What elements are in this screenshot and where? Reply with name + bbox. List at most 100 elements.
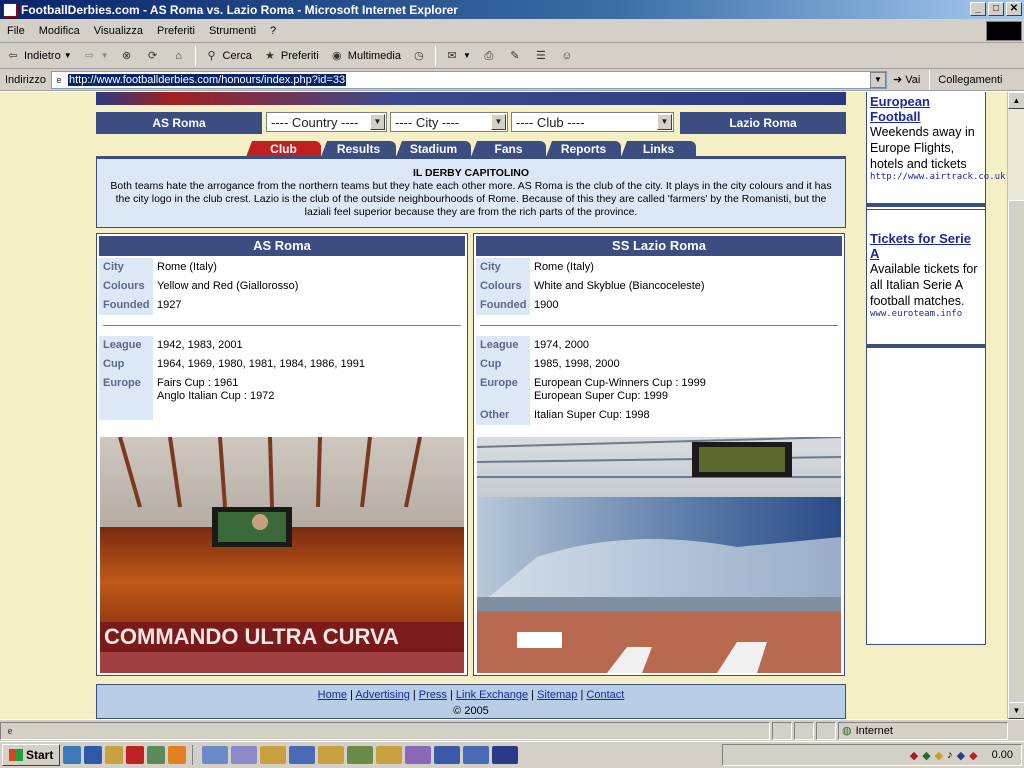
links-button[interactable]: Collegamenti [933,74,1007,86]
address-input[interactable]: e http://www.footballderbies.com/honours… [50,70,887,89]
address-dropdown-icon[interactable]: ▼ [869,71,886,88]
club-panel-lazio: SS Lazio Roma City Rome (Italy) Colours Wh… [473,233,845,676]
ad-url[interactable]: http://www.airtrack.co.uk [870,172,1005,182]
footer-link-sitemap[interactable]: Sitemap [537,689,577,701]
task-button[interactable] [434,746,461,764]
search-label: Cerca [222,49,252,62]
club-panel-roma: AS Roma City Rome (Italy) Colours Yellow a… [96,233,468,676]
scroll-up-icon[interactable]: ▲ [1008,92,1024,109]
footer-link-home[interactable]: Home [318,689,347,701]
mail-button[interactable]: ✉ ▼ [439,48,476,64]
discuss-button[interactable]: ☰ [528,48,554,64]
home-icon: ⌂ [175,49,182,62]
task-button[interactable] [492,746,519,764]
tray-icon[interactable]: ◆ [957,749,965,762]
country-select-value: ---- Country ---- [271,114,359,130]
city-select[interactable]: ---- City ---- ▼ [390,112,508,132]
task-button[interactable] [376,746,403,764]
site-footer: Home | Advertising | Press | Link Exchan… [96,684,846,719]
tab-results[interactable]: Results [321,141,396,157]
back-button[interactable]: ⇦ Indietro ▼ [0,48,77,64]
back-label: Indietro [24,49,61,62]
app-quicklaunch-icon[interactable] [126,746,145,764]
tab-links[interactable]: Links [621,141,696,157]
search-icon: ⚲ [207,49,216,62]
task-button[interactable] [289,746,316,764]
tab-reports[interactable]: Reports [546,141,621,157]
app-quicklaunch-icon[interactable] [147,746,166,764]
tab-fans[interactable]: Fans [471,141,546,157]
vertical-scrollbar[interactable]: ▲ ▼ [1007,92,1024,730]
footer-link-contact[interactable]: Contact [586,689,624,701]
messenger-icon: ☺ [561,49,573,62]
country-select[interactable]: ---- Country ---- ▼ [266,112,387,132]
scroll-down-icon[interactable]: ▼ [1008,702,1024,719]
edit-button[interactable]: ✎ [502,48,528,64]
ie-icon [3,2,17,17]
refresh-button[interactable]: ⟳ [140,48,166,64]
clock: 0.00 [991,749,1013,761]
task-button[interactable] [202,746,229,764]
ad-european-football[interactable]: European Football Weekends away in Europ… [867,92,1005,185]
start-label: Start [26,748,54,762]
status-bar: e ◍ Internet [0,719,1024,741]
quicklaunch-icon[interactable] [63,746,82,764]
print-button[interactable]: ⎙ [476,48,502,64]
ad-title[interactable]: Tickets for Serie A [870,231,982,261]
city-value: Rome (Italy) [157,261,217,273]
messenger-button[interactable]: ☺ [554,48,580,64]
ad-url[interactable]: www.euroteam.info [870,309,982,319]
city-label: City [99,258,153,277]
scroll-thumb[interactable] [1008,200,1024,730]
tray-icon[interactable]: ◆ [922,749,930,762]
footer-link-advertising[interactable]: Advertising [355,689,409,701]
task-button[interactable] [318,746,345,764]
search-button[interactable]: ⚲ Cerca [199,48,257,64]
go-button[interactable]: ➜ Vai [887,73,926,87]
tray-icon[interactable]: ◆ [910,749,918,762]
footer-link-link-exchange[interactable]: Link Exchange [456,689,528,701]
task-button[interactable] [405,746,432,764]
cup-label: Cup [99,355,153,374]
folder-quicklaunch-icon[interactable] [105,746,124,764]
tab-club[interactable]: Club [246,141,321,157]
menu-bar: File Modifica Visualizza Preferiti Strum… [0,19,1024,43]
stop-button[interactable]: ⊗ [114,48,140,64]
mail-icon: ✉ [447,49,457,62]
maximize-button[interactable]: □ [988,2,1004,16]
task-button[interactable] [231,746,258,764]
derby-intro: IL DERBY CAPITOLINO Both teams hate the … [96,158,846,228]
tray-icon[interactable]: ◆ [935,749,943,762]
ie-quicklaunch-icon[interactable] [84,746,103,764]
footer-link-press[interactable]: Press [419,689,447,701]
home-button[interactable]: ⌂ [166,48,192,64]
task-button[interactable] [463,746,490,764]
ad-serie-a-tickets[interactable]: Tickets for Serie A Available tickets fo… [867,228,985,322]
window-titlebar[interactable]: FootballDerbies.com - AS Roma vs. Lazio … [0,0,1024,19]
club-select[interactable]: ---- Club ---- ▼ [511,112,674,132]
banner-text: COMMANDO ULTRA CURVA [104,624,399,649]
menu-file[interactable]: File [0,25,32,37]
ad-title[interactable]: European Football [870,94,982,124]
favorites-button[interactable]: ★ Preferiti [257,48,324,64]
task-button[interactable] [260,746,287,764]
close-button[interactable]: ✕ [1006,2,1022,16]
media-button[interactable]: ◉ Multimedia [324,48,406,64]
menu-visualizza[interactable]: Visualizza [87,25,150,37]
firefox-quicklaunch-icon[interactable] [168,746,187,764]
tray-icon[interactable]: ◆ [969,749,977,762]
forward-button[interactable]: ⇨ ▼ [77,48,114,64]
address-url: http://www.footballderbies.com/honours/i… [67,73,347,86]
history-button[interactable]: ◷ [406,48,432,64]
minimize-button[interactable]: _ [970,2,986,16]
task-button[interactable] [347,746,374,764]
menu-preferiti[interactable]: Preferiti [150,25,202,37]
menu-help[interactable]: ? [263,25,283,37]
tab-stadium[interactable]: Stadium [396,141,471,157]
volume-icon[interactable]: ♪ [947,749,953,761]
page-content: AS Roma ---- Country ---- ▼ ---- City ---… [0,92,1007,719]
menu-strumenti[interactable]: Strumenti [202,25,263,37]
start-button[interactable]: Start [2,744,61,766]
menu-modifica[interactable]: Modifica [32,25,87,37]
team-left-header: AS Roma [96,112,262,134]
